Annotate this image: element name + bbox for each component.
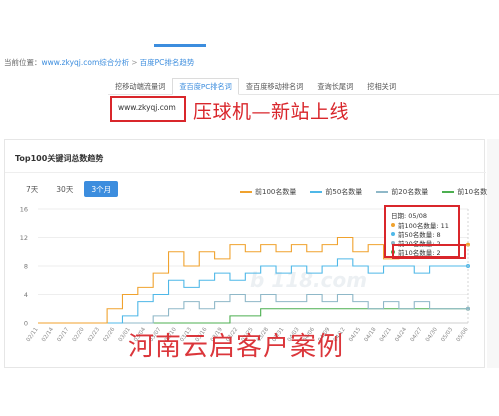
y-tick-label: 16	[20, 206, 28, 214]
bottom-strip	[0, 370, 499, 416]
case-watermark: 河南云启客户案例	[128, 332, 345, 362]
y-tick-label: 4	[24, 291, 28, 299]
x-tick-label: 02/14	[41, 326, 55, 343]
x-tick-label: 04/15	[348, 326, 362, 343]
y-tick-label: 12	[20, 234, 28, 242]
x-tick-label: 05/06	[456, 326, 470, 343]
tooltip-highlight-box	[392, 244, 466, 259]
y-tick-label: 8	[24, 263, 28, 271]
x-tick-label: 04/27	[410, 326, 424, 343]
tooltip-dot	[391, 232, 395, 236]
x-tick-label: 05/03	[440, 326, 454, 343]
x-tick-label: 02/11	[26, 327, 40, 343]
tooltip-dot	[391, 223, 395, 227]
series-line	[38, 293, 468, 324]
tooltip-date: 日期: 05/08	[391, 212, 427, 220]
x-tick-label: 02/20	[72, 326, 86, 343]
x-tick-label: 04/21	[379, 327, 393, 343]
x-tick-label: 04/30	[425, 326, 439, 343]
x-tick-label: 02/17	[56, 326, 70, 343]
x-tick-label: 02/26	[102, 326, 116, 343]
x-tick-label: 02/23	[87, 326, 101, 343]
y-tick-label: 0	[24, 320, 28, 328]
tooltip-date-row: 日期: 05/08	[391, 210, 427, 220]
series-line	[38, 308, 468, 324]
x-tick-label: 04/18	[363, 326, 377, 343]
series-line	[38, 258, 468, 324]
x-tick-label: 04/24	[394, 326, 408, 343]
